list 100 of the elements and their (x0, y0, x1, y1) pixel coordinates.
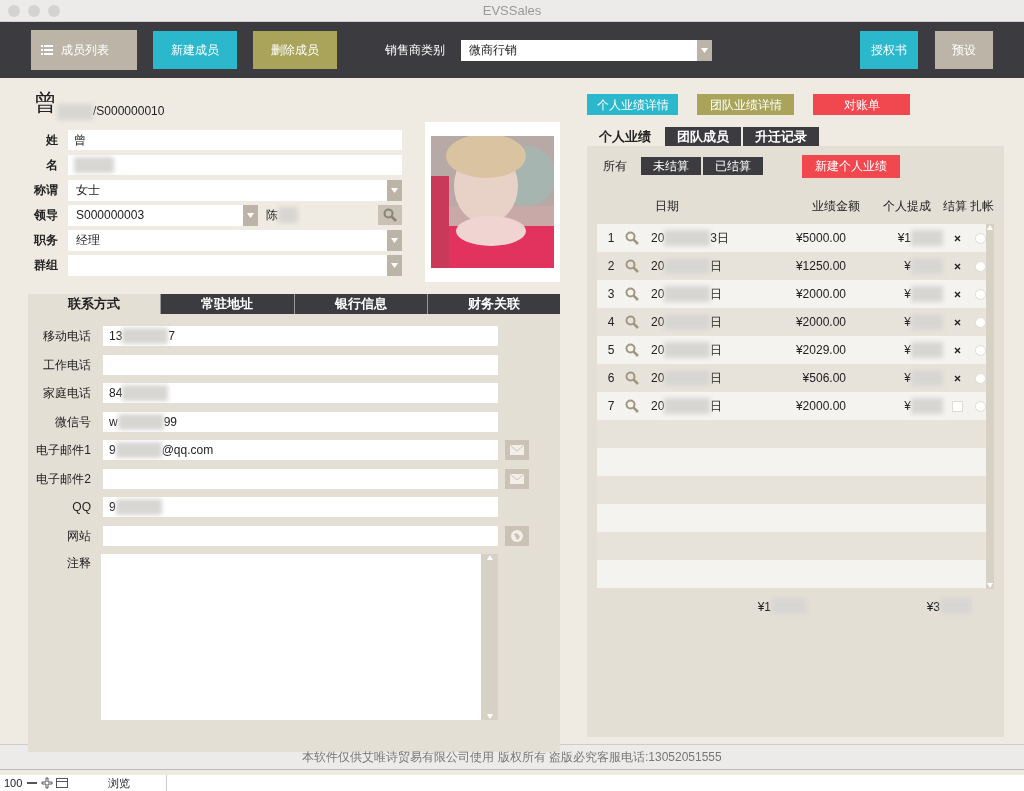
list-icon (41, 45, 53, 55)
field-label: 微信号 (54, 413, 92, 431)
field-label: 网站 (66, 527, 92, 545)
zoom-in-icon[interactable] (41, 777, 54, 789)
input-field[interactable] (103, 525, 498, 546)
field-value: 9 (109, 499, 116, 516)
window-control-button[interactable] (48, 4, 60, 17)
amount-cell-text: ¥1250.00 (794, 258, 846, 275)
window-control-button[interactable] (8, 4, 20, 17)
dropdown-field[interactable]: 微商行销 (461, 39, 712, 61)
mode-label: 浏览 (71, 774, 168, 791)
cross-icon (954, 234, 961, 242)
amount-cell-text: ¥506.00 (801, 370, 846, 387)
dropdown-field[interactable]: 女士 (68, 179, 402, 201)
filter-tab[interactable]: 未结算 (641, 157, 701, 175)
field-label: 工作电话 (42, 356, 92, 374)
blurred-area (911, 286, 943, 302)
leader-name: 陈 (266, 207, 278, 224)
input-field[interactable]: 9 @qq.com (103, 440, 498, 460)
input-field[interactable] (103, 354, 498, 375)
filter-tab[interactable]: 已结算 (703, 157, 763, 175)
field-value: 20 (651, 342, 665, 359)
field-label: 群组 (33, 257, 59, 274)
tab[interactable]: 联系方式 (28, 294, 161, 314)
column-header: 结算 (942, 198, 968, 215)
search-icon (625, 371, 639, 385)
input-field[interactable] (68, 155, 402, 175)
amount-cell-text: ¥2000.00 (794, 286, 846, 303)
commission-cell-text: ¥ (904, 258, 911, 275)
dropdown-arrow-icon (390, 236, 399, 244)
search-icon (383, 208, 397, 222)
input-field[interactable] (103, 468, 498, 489)
field-value: 日 (710, 398, 723, 415)
tab[interactable]: 银行信息 (293, 294, 427, 314)
field-value: 日 (710, 342, 723, 359)
window-control-button[interactable] (28, 4, 40, 17)
blurred-area (74, 157, 114, 173)
input-field[interactable]: 曾 (68, 130, 402, 150)
cross-icon (954, 346, 961, 354)
field-label: 名 (45, 157, 59, 174)
field-value: 3日 (710, 230, 730, 247)
row-number: 4 (606, 314, 616, 331)
search-icon (625, 315, 639, 329)
field-value: 日 (710, 286, 723, 303)
row-number: 7 (606, 398, 616, 415)
mail-button[interactable] (505, 468, 529, 489)
field-value: 微商行销 (468, 42, 518, 59)
dropdown-field[interactable]: S000000003 (68, 204, 258, 226)
dropdown-field[interactable] (68, 254, 402, 276)
scroll-down-icon (986, 582, 994, 589)
field-value: 20 (651, 370, 665, 387)
tab[interactable]: 团队成员 (665, 127, 743, 146)
blurred-area (664, 342, 711, 358)
field-label: 领导 (32, 207, 59, 224)
blurred-area (122, 385, 169, 401)
tab[interactable]: 常驻地址 (160, 294, 294, 314)
input-field[interactable]: w 99 (103, 411, 498, 432)
blurred-area (117, 413, 164, 430)
blurred-area (115, 442, 162, 458)
notes-field[interactable] (101, 554, 498, 720)
filter-tab[interactable]: 所有 (597, 157, 639, 175)
cross-icon (954, 290, 961, 298)
row-number: 1 (606, 230, 616, 247)
amount-cell-text: ¥5000.00 (794, 230, 846, 247)
field-value: 曾 (74, 132, 86, 149)
field-value: 女士 (76, 183, 100, 197)
commission-cell-text: ¥ (904, 398, 911, 415)
cross-icon (954, 262, 961, 270)
cross-icon (954, 318, 961, 326)
envelope-icon (510, 473, 524, 484)
checkbox[interactable] (952, 400, 963, 412)
field-value: 99 (163, 413, 178, 431)
field-label: 注释 (66, 555, 92, 572)
input-field[interactable]: 13 7 (103, 326, 498, 346)
mail-button[interactable] (505, 440, 529, 460)
search-icon (625, 343, 639, 357)
search-button[interactable] (378, 205, 402, 225)
scroll-down-icon (485, 713, 494, 720)
layout-icon[interactable] (56, 777, 69, 789)
row-number: 3 (606, 286, 616, 303)
member-code: /S000000010 (93, 103, 165, 120)
blurred-area (664, 398, 711, 414)
new-record-button[interactable]: 新建个人业绩 (802, 154, 900, 178)
dropdown-field[interactable]: 经理 (68, 229, 402, 251)
total-commission: ¥3 (926, 599, 940, 616)
search-icon (625, 399, 639, 413)
report-button[interactable]: 对账单 (813, 94, 910, 115)
field-value: 20 (651, 258, 665, 275)
input-field[interactable]: 9 (103, 497, 498, 517)
scroll-up-icon (485, 554, 494, 561)
commission-cell-text: ¥ (904, 286, 911, 303)
field-value: 日 (710, 370, 723, 387)
web-button[interactable] (505, 525, 529, 546)
field-label: 电子邮件2 (35, 470, 92, 488)
column-header: 日期 (654, 198, 680, 215)
tab[interactable]: 升迁记录 (743, 127, 821, 146)
input-field[interactable]: 84 (103, 383, 498, 403)
commission-cell-text: ¥ (904, 314, 911, 331)
tab[interactable]: 财务关联 (426, 294, 560, 314)
member-name: 曾 (34, 87, 57, 117)
